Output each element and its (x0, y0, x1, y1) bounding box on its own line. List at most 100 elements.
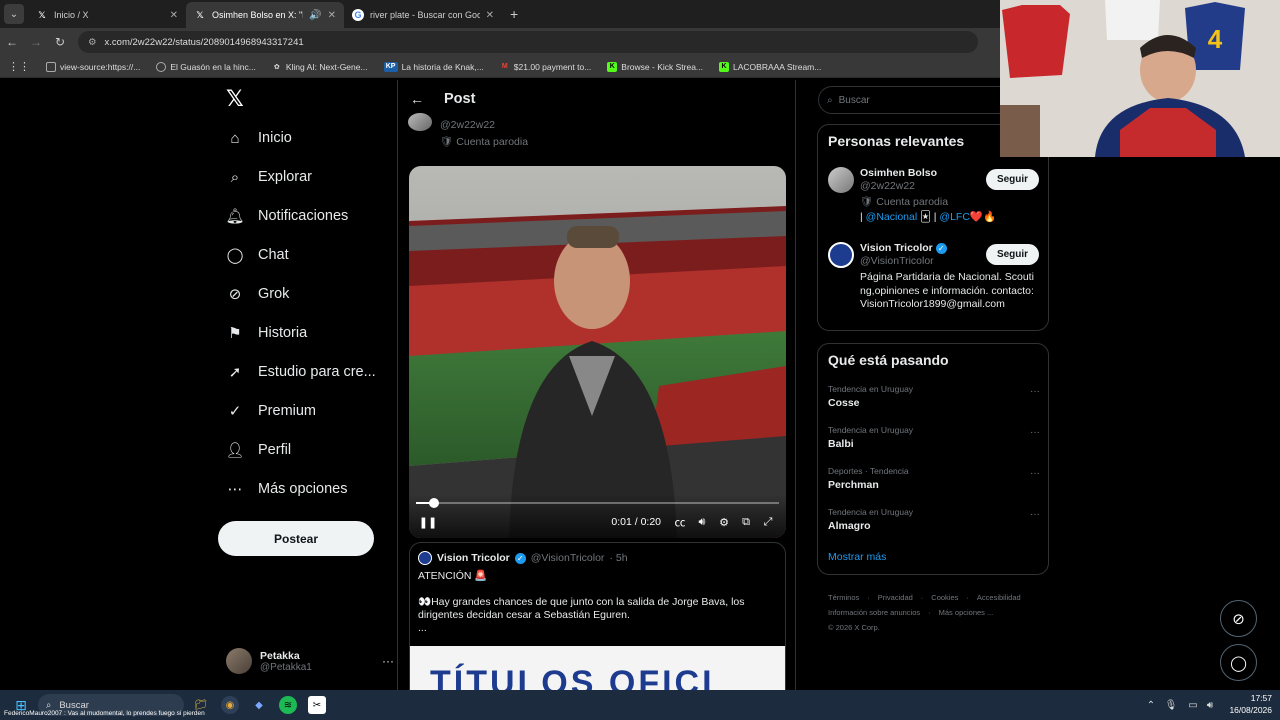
more-icon[interactable]: ··· (1030, 386, 1040, 397)
forward-icon[interactable]: → (24, 35, 48, 49)
clock[interactable]: 17:57 16/08/2026 (1222, 692, 1272, 716)
verified-badge-icon: ✓ (935, 243, 947, 254)
chevron-up-icon[interactable]: ⌃ (1142, 696, 1160, 714)
kick-icon: K (607, 61, 618, 72)
grok-fab-icon[interactable]: ⊘ (1220, 600, 1257, 637)
mask-icon: 🛡︎ (860, 196, 874, 208)
more-icon[interactable]: ··· (1030, 468, 1040, 479)
bookmark-item[interactable]: K Browse - Kick Strea... (599, 61, 711, 72)
trend-item[interactable]: Tendencia en Uruguay Balbi ··· (828, 425, 1040, 450)
quote-time: · 5h (609, 552, 628, 564)
person-card[interactable]: Osimhen Bolso @2w22w22 🛡︎ Cuenta parodia… (828, 167, 1040, 227)
reload-icon[interactable]: ↻ (48, 35, 72, 49)
trend-item[interactable]: Tendencia en Uruguay Cosse ··· (828, 384, 1040, 409)
captions-icon[interactable]: ㏄ (669, 514, 691, 530)
rocket-icon: ➚ (228, 364, 242, 381)
chat-fab-icon[interactable]: ◯ (1220, 644, 1257, 681)
quote-image: TÍTULOS OFICI (410, 646, 785, 690)
picture-in-picture-icon[interactable]: ⧉ (735, 516, 757, 529)
tab-google[interactable]: G river plate - Buscar con Google ✕ (344, 2, 502, 28)
volume-icon[interactable]: 🔊︎ (691, 516, 713, 529)
follow-button[interactable]: Seguir (986, 169, 1039, 190)
tab-title: Inicio / X (54, 10, 89, 20)
video-controls: ❚❚ 0:01 / 0:20 ㏄ 🔊︎ ⚙ ⧉ ⤢ (409, 494, 786, 538)
close-tab-icon[interactable]: ✕ (170, 10, 178, 21)
nav-item-historia[interactable]: ⚑ Historia (226, 321, 307, 345)
footer-links: Términos · Privacidad · Cookies · Accesibilida… (828, 593, 1021, 632)
nav-item-chat[interactable]: ◯ Chat (226, 243, 289, 267)
video-time: 0:01 / 0:20 (611, 516, 661, 528)
nav-item-inicio[interactable]: ⌂ Inicio (226, 126, 291, 150)
bookmark-item[interactable]: ✿ Kling AI: Next-Gene... (264, 62, 376, 72)
trend-item[interactable]: Tendencia en Uruguay Almagro ··· (828, 507, 1040, 532)
bell-icon: 🔔︎ (225, 208, 245, 225)
tab-inicio[interactable]: 𝕏 Inicio / X ✕ (28, 2, 186, 28)
mask-icon: 🛡︎ (440, 136, 454, 148)
nav-item-estudio[interactable]: ➚ Estudio para cre... (226, 360, 376, 384)
verified-badge-icon: ✓ (228, 403, 242, 420)
apps-icon[interactable]: ⋮⋮ (0, 60, 38, 73)
app-icon[interactable]: ◆ (250, 696, 268, 714)
avatar (828, 242, 854, 268)
author-handle[interactable]: @2w22w22 (440, 119, 495, 131)
network-icon[interactable]: ▭ (1184, 696, 1202, 714)
quoted-post[interactable]: Vision Tricolor ✓ @VisionTricolor · 5h A… (409, 542, 786, 690)
nav-item-grok[interactable]: ⊘ Grok (226, 282, 290, 306)
volume-icon[interactable]: 🔊︎ (1201, 696, 1219, 714)
page-icon (46, 61, 56, 72)
follow-button[interactable]: Seguir (986, 244, 1039, 265)
post-button[interactable]: Postear (218, 521, 374, 556)
more-icon[interactable]: ··· (382, 654, 394, 668)
more-icon[interactable]: ··· (1030, 427, 1040, 438)
left-navigation: 𝕏 ⌂ Inicio ⌕ Explorar 🔔︎ Notificaciones ◯ Ch… (218, 80, 396, 690)
close-tab-icon[interactable]: ✕ (328, 10, 336, 21)
post-column: ← Post @2w22w22 🛡︎ Cuenta parodia ❚❚ 0:0… (397, 80, 796, 690)
capcut-icon[interactable]: ✂ (308, 696, 326, 714)
more-icon[interactable]: ··· (1030, 509, 1040, 520)
pause-icon[interactable]: ❚❚ (417, 516, 439, 529)
search-icon: ⌕ (827, 94, 833, 106)
fullscreen-icon[interactable]: ⤢ (757, 516, 779, 529)
person-name[interactable]: Osimhen Bolso (860, 167, 937, 179)
video-player[interactable]: ❚❚ 0:01 / 0:20 ㏄ 🔊︎ ⚙ ⧉ ⤢ (409, 166, 786, 538)
speaker-icon[interactable]: 🔊 (309, 10, 321, 21)
tab-search-button[interactable]: ⌄ (4, 4, 24, 24)
site-info-icon[interactable]: ⚙ (88, 37, 97, 48)
person-bio: Página Partidaria de Nacional. Scouting,… (860, 271, 1034, 310)
person-name[interactable]: Vision Tricolor (860, 242, 933, 254)
bookmark-item[interactable]: KP La historia de Knak,... (376, 61, 492, 72)
tab-post[interactable]: 𝕏 Osimhen Bolso en X: "https: 🔊 ✕ (186, 2, 344, 28)
back-arrow-icon[interactable]: ← (410, 91, 424, 107)
spotify-icon[interactable]: ≋ (279, 696, 297, 714)
chat-bubble-icon: ◯ (226, 247, 244, 264)
nav-item-perfil[interactable]: 👤︎ Perfil (225, 438, 291, 462)
bookmark-item[interactable]: M $21.00 payment to... (492, 62, 600, 72)
trend-item[interactable]: Deportes · Tendencia Perchman ··· (828, 466, 1040, 491)
person-card[interactable]: Vision Tricolor ✓ @VisionTricolor Página… (828, 242, 1040, 326)
bookmark-item[interactable]: El Guasón en la hinc... (148, 61, 264, 72)
search-icon: ⌕ (46, 699, 52, 711)
address-bar[interactable]: ⚙ x.com/2w22w22/status/20890149689433172… (78, 31, 978, 53)
account-name: Petakka (260, 649, 300, 662)
video-progress-handle[interactable] (429, 498, 440, 508)
account-switcher[interactable]: Petakka @Petakka1 ··· (226, 643, 394, 679)
back-icon[interactable]: ← (0, 35, 24, 49)
video-progress-bar[interactable] (416, 498, 779, 508)
close-tab-icon[interactable]: ✕ (486, 10, 494, 21)
nav-item-premium[interactable]: ✓ Premium (226, 399, 316, 423)
person-bio: | @Nacional 🃏 | @LFC❤️🔥 (860, 211, 997, 223)
bookmark-item[interactable]: K LACOBRAAA Stream... (711, 61, 829, 72)
settings-gear-icon[interactable]: ⚙ (713, 516, 735, 529)
nav-item-mas-opciones[interactable]: ⋯ Más opciones (226, 477, 348, 501)
bookmark-item[interactable]: view-source:https://... (38, 61, 148, 72)
new-tab-button[interactable]: + (510, 6, 518, 22)
quote-text: ATENCIÓN 🚨 👀Hay grandes chances de que j… (418, 570, 745, 634)
avatar[interactable] (408, 113, 432, 131)
avatar (828, 167, 854, 193)
nav-item-notificaciones[interactable]: 🔔︎ Notificaciones (225, 204, 348, 228)
nav-item-explorar[interactable]: ⌕ Explorar (226, 165, 312, 189)
x-logo-icon[interactable]: 𝕏 (226, 86, 244, 112)
show-more-link[interactable]: Mostrar más (828, 551, 886, 563)
chrome-icon[interactable]: ◉ (221, 696, 239, 714)
microphone-icon[interactable]: 🎙︎ (1162, 696, 1180, 714)
